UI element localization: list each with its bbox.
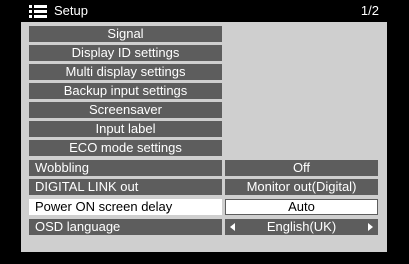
setting-value-digital-link-out[interactable]: Monitor out(Digital)	[225, 179, 378, 195]
menu-item-multi-display-settings[interactable]: Multi display settings	[29, 64, 222, 80]
setting-value-wobbling[interactable]: Off	[225, 160, 378, 176]
osd-language-value: English(UK)	[266, 219, 337, 234]
menu-item-signal[interactable]: Signal	[29, 26, 222, 42]
setting-label-power-on-screen-delay[interactable]: Power ON screen delay	[29, 199, 222, 215]
menu-item-eco-mode-settings[interactable]: ECO mode settings	[29, 140, 222, 156]
setting-value-osd-language[interactable]: English(UK)	[225, 219, 378, 235]
menu-item-backup-input-settings[interactable]: Backup input settings	[29, 83, 222, 99]
menu-list-icon	[29, 5, 47, 18]
setup-menu: Setup 1/2 Signal Display ID settings Mul…	[21, 0, 387, 252]
menu-item-input-label[interactable]: Input label	[29, 121, 222, 137]
menu-title: Setup	[54, 3, 88, 18]
menu-item-display-id-settings[interactable]: Display ID settings	[29, 45, 222, 61]
title-bar: Setup 1/2	[21, 0, 387, 22]
setting-label-osd-language[interactable]: OSD language	[29, 219, 222, 235]
right-arrow-icon[interactable]	[368, 223, 373, 231]
setting-label-wobbling[interactable]: Wobbling	[29, 160, 222, 176]
setting-value-power-on-screen-delay[interactable]: Auto	[225, 199, 378, 215]
page-indicator: 1/2	[360, 3, 379, 18]
setting-label-digital-link-out[interactable]: DIGITAL LINK out	[29, 179, 222, 195]
menu-item-screensaver[interactable]: Screensaver	[29, 102, 222, 118]
left-arrow-icon[interactable]	[230, 223, 235, 231]
